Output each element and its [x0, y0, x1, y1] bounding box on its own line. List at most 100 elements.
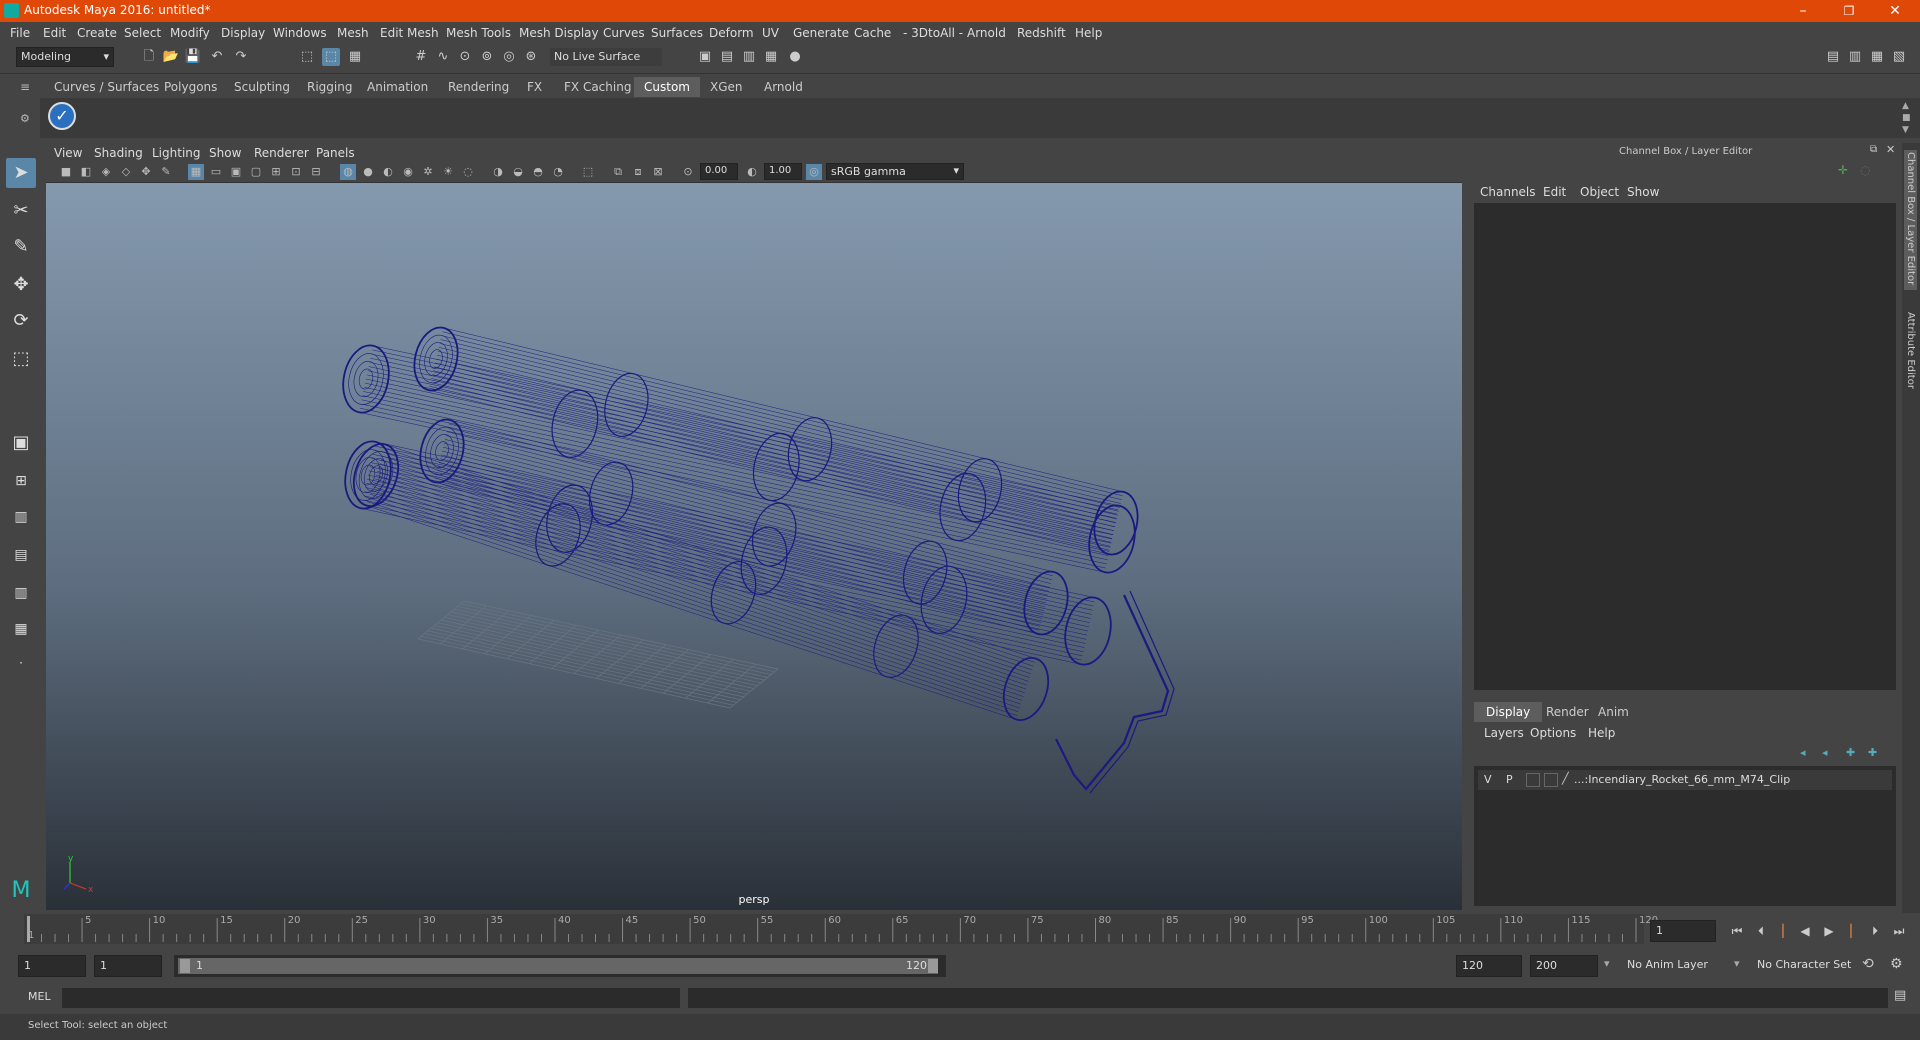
script-editor-icon[interactable]: ▤: [1894, 988, 1906, 1003]
viewport-menu-lighting[interactable]: Lighting: [152, 146, 201, 160]
hypershade-icon[interactable]: ●: [786, 48, 804, 66]
command-input[interactable]: [62, 988, 680, 1008]
step-back-icon[interactable]: ⏴: [1752, 922, 1770, 940]
channel-box-toggle-icon[interactable]: ▧: [1890, 48, 1908, 66]
gamma-icon[interactable]: ◐: [744, 164, 760, 180]
exposure-field[interactable]: 0.00: [700, 163, 738, 180]
tab-xgen[interactable]: XGen: [700, 77, 753, 97]
live-surface-field[interactable]: No Live Surface: [550, 48, 662, 66]
gate-mask-icon[interactable]: ▢: [248, 164, 264, 180]
single-perspective-layout-icon[interactable]: ▣: [6, 428, 36, 458]
animation-end-field[interactable]: 200: [1530, 955, 1598, 977]
play-forward-icon[interactable]: ▶: [1820, 922, 1838, 940]
menu-cache[interactable]: Cache: [854, 26, 891, 40]
layer-row[interactable]: V P ╱ ...:Incendiary_Rocket_66_mm_M74_Cl…: [1478, 770, 1892, 790]
color-management-icon[interactable]: ◎: [806, 164, 822, 180]
tab-rendering[interactable]: Rendering: [438, 77, 519, 97]
menu-edit-mesh[interactable]: Edit Mesh: [380, 26, 439, 40]
cb-menu-show[interactable]: Show: [1627, 185, 1659, 199]
ipr-render-icon[interactable]: ▥: [740, 48, 758, 66]
depth-of-field-icon[interactable]: ◓: [530, 164, 546, 180]
menu-set-dropdown[interactable]: Modeling ▾: [16, 47, 114, 67]
four-view-layout-icon[interactable]: ⊞: [6, 466, 36, 496]
make-live-icon[interactable]: ⊛: [522, 48, 540, 66]
menu-mesh-display[interactable]: Mesh Display: [519, 26, 599, 40]
wireframe-on-shaded-icon[interactable]: ◐: [380, 164, 396, 180]
shelf-menu-icon[interactable]: ≡: [20, 80, 30, 94]
close-button[interactable]: ✕: [1872, 0, 1918, 22]
rotate-tool-icon[interactable]: ⟳: [6, 306, 36, 336]
layer-tab-anim[interactable]: Anim: [1586, 702, 1641, 722]
move-tool-icon[interactable]: ✥: [6, 270, 36, 300]
menu-redshift[interactable]: Redshift: [1017, 26, 1066, 40]
redo-icon[interactable]: ↷: [232, 48, 250, 66]
field-chart-icon[interactable]: ⊞: [268, 164, 284, 180]
manipulator-icon[interactable]: ✛: [1838, 163, 1848, 177]
command-language-label[interactable]: MEL: [28, 990, 51, 1003]
extra-layout-icon[interactable]: ·: [6, 648, 36, 678]
menu-deform[interactable]: Deform: [709, 26, 754, 40]
playback-start-field[interactable]: 1: [94, 955, 162, 977]
wireframe-icon[interactable]: ◍: [340, 164, 356, 180]
move-layer-up-icon[interactable]: ◂: [1800, 746, 1806, 759]
layer-visibility-toggle[interactable]: V: [1484, 773, 1492, 786]
open-scene-icon[interactable]: 📂: [162, 48, 180, 66]
new-layer-selected-icon[interactable]: ✚: [1868, 746, 1877, 759]
wireframe-scene[interactable]: y x: [46, 183, 1462, 910]
viewport-menu-shading[interactable]: Shading: [94, 146, 143, 160]
range-end-grip[interactable]: [928, 959, 938, 973]
layer-name[interactable]: ...:Incendiary_Rocket_66_mm_M74_Clip: [1574, 773, 1790, 786]
menu-curves[interactable]: Curves: [603, 26, 645, 40]
anim-layer-dropdown[interactable]: No Anim Layer: [1622, 955, 1748, 977]
menu-help[interactable]: Help: [1075, 26, 1102, 40]
menu-create[interactable]: Create: [77, 26, 117, 40]
shelf-scroll-icon[interactable]: ▲ ■ ▼: [1902, 100, 1911, 136]
xray-joints-icon[interactable]: ⧉: [610, 164, 626, 180]
gamma-field[interactable]: 1.00: [764, 163, 802, 180]
safe-title-icon[interactable]: ⊟: [308, 164, 324, 180]
layer-tab-display[interactable]: Display: [1474, 702, 1543, 722]
chevron-down-icon[interactable]: ▾: [1734, 957, 1740, 970]
menu-generate[interactable]: Generate: [793, 26, 849, 40]
layer-playback-toggle[interactable]: P: [1506, 773, 1513, 786]
snap-curve-icon[interactable]: ∿: [434, 48, 452, 66]
select-object-icon[interactable]: ⬚: [322, 48, 340, 66]
render-frame-icon[interactable]: ▤: [718, 48, 736, 66]
animation-prefs-icon[interactable]: ⚙: [1890, 956, 1903, 972]
xray-icon[interactable]: ⬚: [580, 164, 596, 180]
modeling-toolkit-icon[interactable]: ▤: [1824, 48, 1842, 66]
layer-color-swatch[interactable]: [1544, 773, 1558, 787]
viewport-menu-show[interactable]: Show: [209, 146, 241, 160]
attribute-editor-toggle-icon[interactable]: ▥: [1846, 48, 1864, 66]
range-start-grip[interactable]: [180, 959, 190, 973]
speed-icon[interactable]: ◌: [1860, 163, 1870, 177]
tab-fx[interactable]: FX: [517, 77, 552, 97]
menu-surfaces[interactable]: Surfaces: [651, 26, 703, 40]
playback-end-field[interactable]: 120: [1456, 955, 1522, 977]
backface-icon[interactable]: ⊠: [650, 164, 666, 180]
tab-curves-surfaces[interactable]: Curves / Surfaces: [44, 77, 169, 97]
snap-grid-icon[interactable]: #: [412, 48, 430, 66]
ambient-occlusion-icon[interactable]: ◌: [460, 164, 476, 180]
viewport-menu-view[interactable]: View: [54, 146, 82, 160]
float-panel-icon[interactable]: ⧉: [1870, 144, 1877, 155]
lasso-tool-icon[interactable]: ✂: [6, 196, 36, 226]
range-slider[interactable]: 1 120: [174, 955, 946, 977]
select-component-icon[interactable]: ▦: [346, 48, 364, 66]
select-hierarchy-icon[interactable]: ⬚: [298, 48, 316, 66]
tab-polygons[interactable]: Polygons: [154, 77, 227, 97]
shadows-icon[interactable]: ☀: [440, 164, 456, 180]
range-slider-handle[interactable]: [178, 958, 938, 974]
auto-key-icon[interactable]: ⟲: [1862, 956, 1874, 972]
check-icon[interactable]: ✓: [48, 102, 76, 130]
next-key-icon[interactable]: ⎮: [1842, 922, 1860, 940]
attribute-editor-side-tab[interactable]: Attribute Editor: [1904, 310, 1917, 400]
channel-box-side-tab[interactable]: Channel Box / Layer Editor: [1904, 150, 1917, 290]
new-empty-layer-icon[interactable]: ✚: [1846, 746, 1855, 759]
snap-point-icon[interactable]: ⊙: [456, 48, 474, 66]
current-frame-field[interactable]: 1: [1650, 920, 1716, 942]
image-plane-icon[interactable]: ◇: [118, 164, 134, 180]
safe-action-icon[interactable]: ⊡: [288, 164, 304, 180]
snap-view-icon[interactable]: ⊚: [478, 48, 496, 66]
camera-attributes-icon[interactable]: ◧: [78, 164, 94, 180]
